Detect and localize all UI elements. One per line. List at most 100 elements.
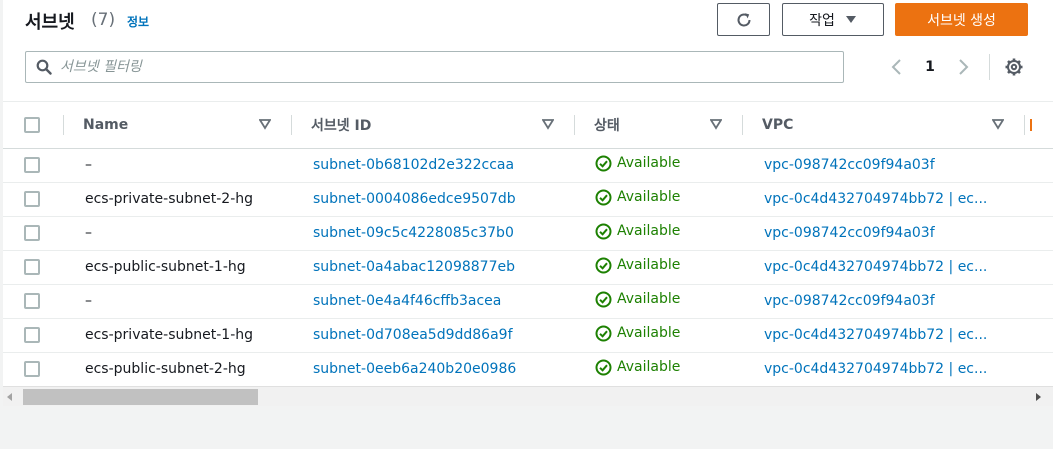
subnet-name: ecs-public-subnet-2-hg xyxy=(63,352,291,387)
status-cell: Available xyxy=(574,352,742,387)
subnet-id-link[interactable]: subnet-0a4abac12098877eb xyxy=(291,250,574,285)
table-row[interactable]: ecs-public-subnet-1-hg subnet-0a4abac1209… xyxy=(3,250,1053,285)
row-checkbox[interactable] xyxy=(24,259,40,275)
row-checkbox[interactable] xyxy=(24,327,40,343)
vpc-link[interactable]: vpc-098742cc09f94a03f xyxy=(742,148,1024,183)
page-title: 서브넷 xyxy=(25,12,75,33)
table-row[interactable]: ecs-public-subnet-2-hg subnet-0eeb6a240b2… xyxy=(3,352,1053,387)
filter-input[interactable] xyxy=(60,59,820,75)
table-row[interactable]: ecs-private-subnet-1-hg subnet-0d708ea5d9… xyxy=(3,318,1053,353)
truncated-cell xyxy=(1024,148,1053,183)
status-cell: Available xyxy=(574,318,742,353)
column-divider xyxy=(742,115,743,135)
vpc-link[interactable]: vpc-098742cc09f94a03f xyxy=(742,284,1024,319)
status-label: Available xyxy=(617,359,681,375)
current-page[interactable]: 1 xyxy=(918,54,942,80)
column-divider xyxy=(1024,115,1025,135)
scroll-left-arrow-icon[interactable] xyxy=(7,393,12,401)
caret-down-icon xyxy=(845,15,856,23)
truncated-cell xyxy=(1024,352,1053,387)
sort-caret-icon[interactable] xyxy=(259,118,271,130)
vpc-link[interactable]: vpc-098742cc09f94a03f xyxy=(742,216,1024,251)
row-checkbox[interactable] xyxy=(24,361,40,377)
row-checkbox[interactable] xyxy=(24,157,40,173)
column-divider xyxy=(291,115,292,135)
column-header-state[interactable]: 상태 xyxy=(574,102,742,149)
status-cell: Available xyxy=(574,250,742,285)
status-cell: Available xyxy=(574,284,742,319)
chevron-right-icon xyxy=(959,59,969,75)
select-all-cell xyxy=(3,102,63,149)
horizontal-scrollbar[interactable] xyxy=(3,386,1053,406)
table-row[interactable]: – subnet-0e4a4f46cffb3acea Available vpc-09… xyxy=(3,284,1053,319)
truncated-cell xyxy=(1024,182,1053,217)
status-label: Available xyxy=(617,291,681,307)
scroll-right-arrow-icon[interactable] xyxy=(1036,393,1041,401)
filter-box[interactable] xyxy=(25,51,844,83)
truncated-cell xyxy=(1024,250,1053,285)
subnet-id-link[interactable]: subnet-0b68102d2e322ccaa xyxy=(291,148,574,183)
sort-caret-icon[interactable] xyxy=(710,118,722,130)
check-circle-icon xyxy=(595,223,612,239)
table-header-row: Name 서브넷 ID 상태 VPC xyxy=(3,102,1053,149)
sort-caret-icon[interactable] xyxy=(992,118,1004,130)
row-checkbox[interactable] xyxy=(24,191,40,207)
row-checkbox[interactable] xyxy=(24,225,40,241)
search-icon xyxy=(36,59,52,75)
vpc-link[interactable]: vpc-0c4d432704974bb72 | ec... xyxy=(742,318,1024,353)
row-checkbox[interactable] xyxy=(24,293,40,309)
subnet-id-link[interactable]: subnet-09c5c4228085c37b0 xyxy=(291,216,574,251)
check-circle-icon xyxy=(595,155,612,171)
subnet-name: ecs-public-subnet-1-hg xyxy=(63,250,291,285)
column-edge-marker-icon xyxy=(1030,119,1032,131)
row-select-cell xyxy=(3,182,63,217)
column-label-name: Name xyxy=(83,116,129,133)
sort-caret-icon[interactable] xyxy=(542,118,554,130)
scrollbar-thumb[interactable] xyxy=(23,389,258,405)
column-divider xyxy=(63,115,64,135)
table-row[interactable]: ecs-private-subnet-2-hg subnet-0004086edc… xyxy=(3,182,1053,217)
column-header-vpc[interactable]: VPC xyxy=(742,102,1024,149)
table-row[interactable]: – subnet-09c5c4228085c37b0 Available vpc-09… xyxy=(3,216,1053,251)
check-circle-icon xyxy=(595,257,612,273)
column-label-vpc: VPC xyxy=(762,116,794,133)
status-label: Available xyxy=(617,155,681,171)
column-header-truncated xyxy=(1024,102,1053,149)
select-all-checkbox[interactable] xyxy=(24,116,40,133)
next-page-button[interactable] xyxy=(951,54,977,80)
subnet-id-link[interactable]: subnet-0e4a4f46cffb3acea xyxy=(291,284,574,319)
vpc-link[interactable]: vpc-0c4d432704974bb72 | ec... xyxy=(742,250,1024,285)
info-link[interactable]: 정보 xyxy=(127,13,149,30)
gear-icon xyxy=(1005,58,1023,76)
subnet-id-link[interactable]: subnet-0eeb6a240b20e0986 xyxy=(291,352,574,387)
row-select-cell xyxy=(3,216,63,251)
subnet-name: ecs-private-subnet-2-hg xyxy=(63,182,291,217)
row-select-cell xyxy=(3,352,63,387)
check-circle-icon xyxy=(595,325,612,341)
column-header-name[interactable]: Name xyxy=(63,102,291,149)
panel-header: 서브넷 (7) 정보 작업 서브넷 생성 서브넷 필터링 1 xyxy=(3,0,1053,102)
preferences-button[interactable] xyxy=(1001,54,1027,80)
subnet-id-link[interactable]: subnet-0004086edce9507db xyxy=(291,182,574,217)
subnet-name: – xyxy=(63,284,291,319)
status-label: Available xyxy=(617,325,681,341)
column-label-subnet-id: 서브넷 ID xyxy=(311,117,372,134)
actions-dropdown[interactable]: 작업 xyxy=(782,3,884,36)
subnet-id-link[interactable]: subnet-0d708ea5d9dd86a9f xyxy=(291,318,574,353)
truncated-cell xyxy=(1024,284,1053,319)
create-subnet-button[interactable]: 서브넷 생성 xyxy=(895,3,1028,36)
table-row[interactable]: – subnet-0b68102d2e322ccaa Available vpc-09… xyxy=(3,148,1053,183)
check-circle-icon xyxy=(595,291,612,307)
subnet-name: – xyxy=(63,148,291,183)
vpc-link[interactable]: vpc-0c4d432704974bb72 | ec... xyxy=(742,182,1024,217)
row-select-cell xyxy=(3,148,63,183)
status-cell: Available xyxy=(574,182,742,217)
column-label-state: 상태 xyxy=(594,117,620,134)
previous-page-button[interactable] xyxy=(883,54,909,80)
refresh-button[interactable] xyxy=(717,3,770,36)
check-circle-icon xyxy=(595,359,612,375)
row-select-cell xyxy=(3,318,63,353)
subnet-name: – xyxy=(63,216,291,251)
vpc-link[interactable]: vpc-0c4d432704974bb72 | ec... xyxy=(742,352,1024,387)
column-header-subnet-id[interactable]: 서브넷 ID xyxy=(291,102,574,149)
